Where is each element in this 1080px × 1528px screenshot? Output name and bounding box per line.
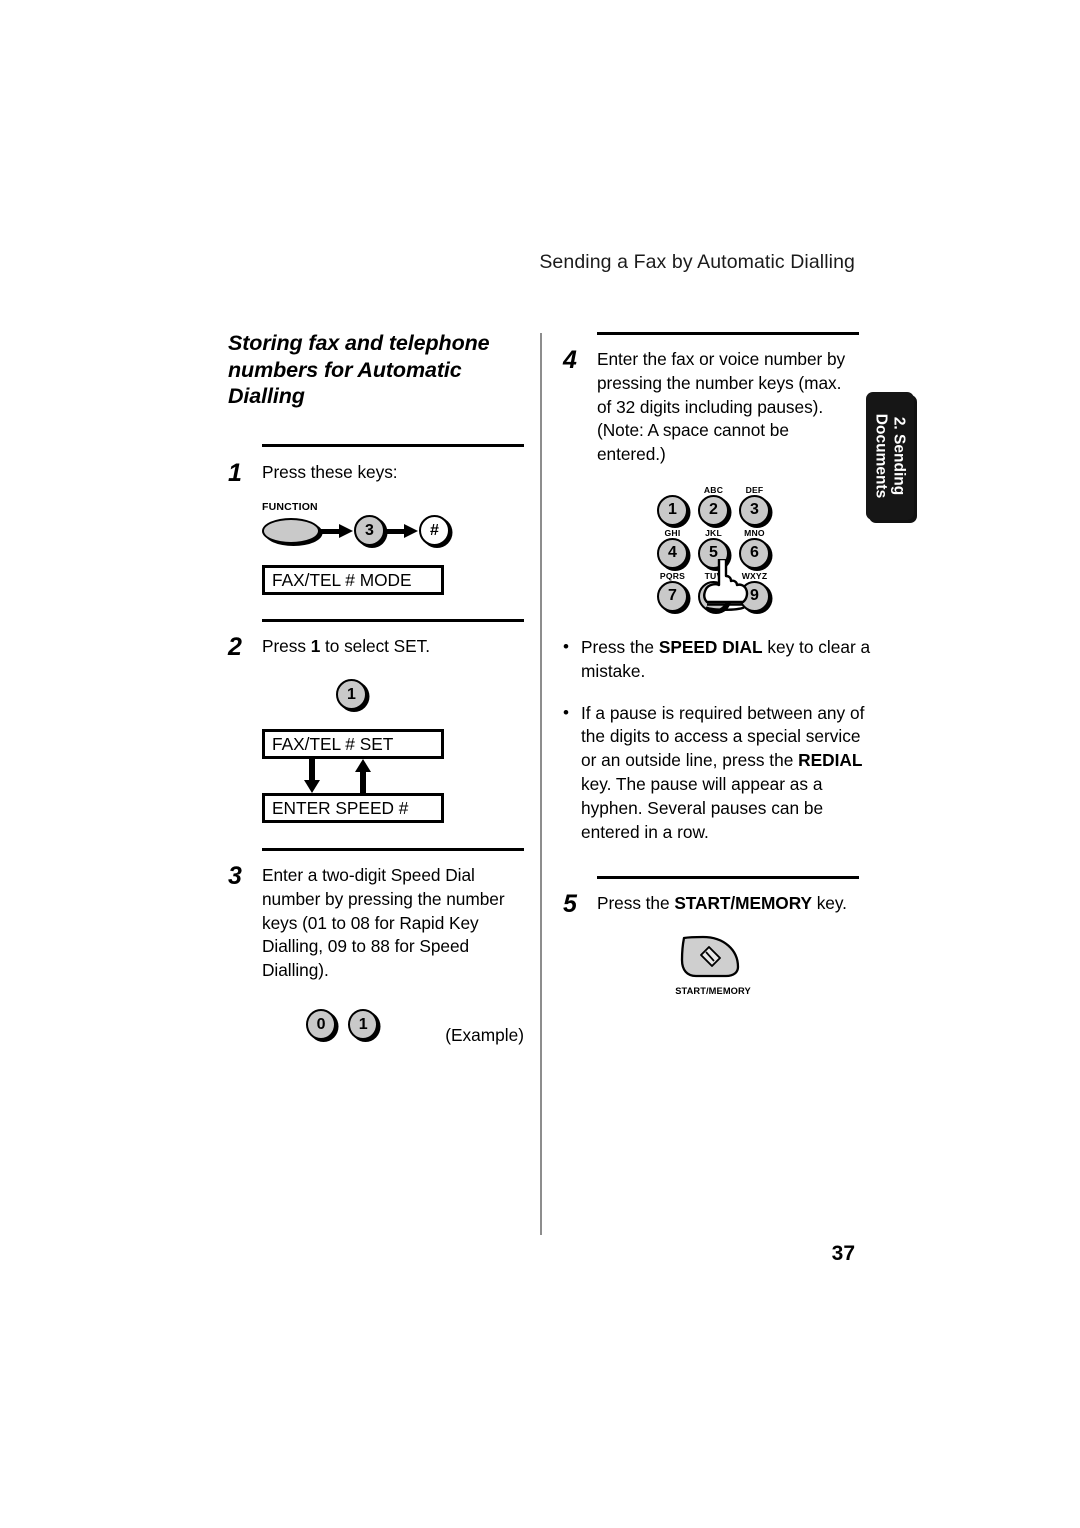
right-column: 4 Enter the fax or voice number by press… — [563, 330, 870, 996]
key-letters — [655, 485, 690, 495]
key-3[interactable]: 3 — [354, 515, 385, 547]
step-number: 3 — [228, 862, 242, 891]
lcd-display: FAX/TEL # MODE — [262, 565, 444, 596]
note-item: If a pause is required between any of th… — [563, 701, 871, 845]
step-text-part: to select SET. — [320, 636, 430, 657]
step-text-part: key. — [811, 893, 847, 914]
step-2: 2 Press 1 to select SET. 1 FAX/TEL # SET… — [228, 633, 524, 824]
column-divider — [540, 333, 542, 1235]
numeric-keypad: 1 ABC 2 DEF 3 GHI 4 JKL 5 MNO 6 PQRS 7 T… — [655, 485, 773, 612]
lcd-display-top: FAX/TEL # SET — [262, 729, 444, 760]
step-number: 1 — [228, 458, 242, 487]
example-label: (Example) — [445, 1025, 524, 1046]
note-emphasis: SPEED DIAL — [658, 636, 763, 657]
start-memory-key[interactable] — [676, 934, 750, 980]
step-text-emphasis: 1 — [310, 636, 321, 657]
step-number: 2 — [228, 633, 242, 662]
keypad-key-7[interactable]: 7 — [657, 580, 688, 612]
function-key-caption: FUNCTION — [262, 501, 318, 514]
step-rule — [262, 848, 524, 852]
keypad-cell: ABC 2 — [696, 485, 731, 526]
notes-list: Press the SPEED DIAL key to clear a mist… — [563, 635, 870, 844]
page-number: 37 — [831, 1242, 855, 1265]
arrow-down-icon — [304, 759, 320, 794]
start-memory-key-group: START/MEMORY — [658, 934, 768, 996]
chapter-side-tab: 2. Sending Documents — [866, 392, 914, 520]
keypad-cell: PQRS 7 — [655, 571, 690, 612]
step-rule — [262, 619, 524, 623]
step-text-part: Press the — [597, 893, 675, 914]
chapter-tab-line-2: Documents — [873, 413, 890, 499]
step-text-emphasis: START/MEMORY — [674, 893, 812, 914]
step-text: Press these keys: — [262, 461, 398, 482]
step-3: 3 Enter a two-digit Speed Dial number by… — [228, 864, 524, 1046]
start-memory-key-label: START/MEMORY — [675, 986, 751, 997]
step-number: 5 — [563, 890, 577, 919]
key-0[interactable]: 0 — [306, 1009, 337, 1041]
section-heading: Storing fax and telephone numbers for Au… — [228, 331, 490, 408]
step-number: 4 — [563, 346, 577, 374]
step-text-part: Press — [262, 636, 311, 657]
step-text: Enter the fax or voice number by pressin… — [597, 349, 846, 465]
arrow-right-icon — [320, 523, 354, 538]
left-column: Storing fax and telephone numbers for Au… — [228, 330, 524, 1046]
note-text-part: Press the — [581, 636, 659, 657]
step-text: Press the START/MEMORY key. — [597, 892, 859, 916]
step-5: 5 Press the START/MEMORY key. — [563, 890, 859, 919]
document-page: Sending a Fax by Automatic Dialling Stor… — [0, 0, 1080, 1528]
step-rule — [597, 876, 859, 880]
keypad-cell: GHI 4 — [655, 528, 690, 569]
key-letters: GHI — [664, 527, 681, 538]
lcd-display-bottom: ENTER SPEED # — [262, 793, 444, 824]
keypad-key-2[interactable]: 2 — [698, 494, 729, 526]
arrow-right-icon — [385, 523, 419, 538]
chapter-side-tab-text: 2. Sending Documents — [873, 414, 908, 498]
step-1: 1 Press these keys: FUNCTION 3 # FAX/TEL… — [228, 458, 524, 596]
keypad-key-4[interactable]: 4 — [657, 537, 688, 569]
keypad-cell: 1 — [655, 485, 690, 526]
key-letters: JKL — [705, 527, 722, 538]
arrow-up-icon — [355, 759, 371, 794]
note-text-part: key. The pause will appear as a hyphen. … — [581, 773, 824, 842]
key-letters: DEF — [745, 484, 764, 495]
step-text: Press 1 to select SET. — [262, 635, 524, 659]
step-4: 4 Enter the fax or voice number by press… — [563, 348, 859, 467]
step-rule — [597, 332, 859, 335]
keypad-cell: DEF 3 — [737, 485, 772, 526]
keypad-row: 1 ABC 2 DEF 3 — [655, 485, 773, 526]
key-1[interactable]: 1 — [336, 679, 367, 711]
note-item: Press the SPEED DIAL key to clear a mist… — [563, 635, 871, 684]
running-header: Sending a Fax by Automatic Dialling — [539, 251, 855, 273]
key-hash[interactable]: # — [419, 515, 450, 547]
key-1[interactable]: 1 — [348, 1009, 379, 1041]
pointing-hand-icon — [703, 558, 749, 611]
keypad-key-1[interactable]: 1 — [657, 494, 688, 526]
key-letters: PQRS — [659, 570, 686, 581]
chapter-tab-line-1: 2. Sending — [890, 416, 908, 496]
step-text: Enter a two-digit Speed Dial number by p… — [262, 865, 505, 981]
key-letters: MNO — [744, 527, 765, 538]
keypad-key-3[interactable]: 3 — [739, 494, 770, 526]
key-letters: ABC — [703, 484, 724, 495]
function-key[interactable] — [262, 517, 320, 544]
step-rule — [262, 443, 524, 447]
note-emphasis: REDIAL — [798, 750, 863, 771]
